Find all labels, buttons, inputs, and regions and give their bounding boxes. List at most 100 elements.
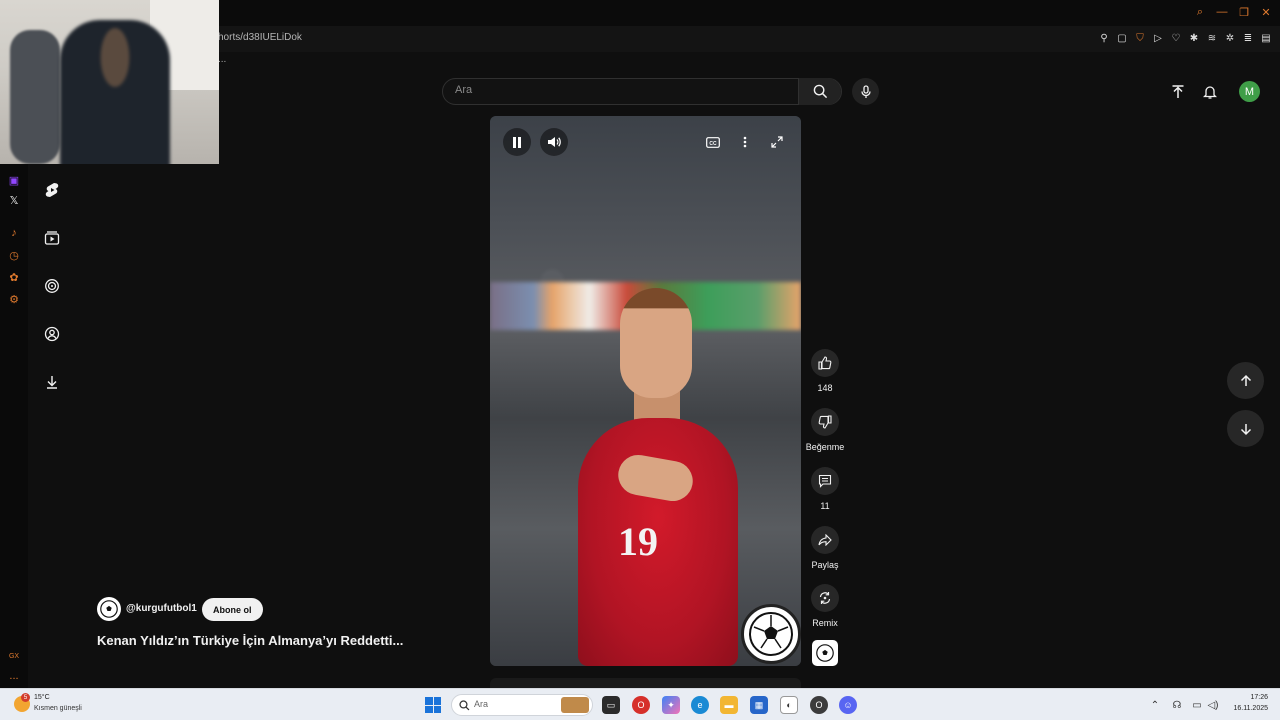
next-short-button[interactable] (1227, 410, 1264, 447)
extension-icon[interactable]: ≣ (1242, 31, 1254, 45)
more-icon[interactable]: ... (6, 668, 22, 684)
more-options-button[interactable] (731, 128, 759, 156)
heart-icon[interactable]: ♡ (1170, 31, 1182, 45)
football-player-figure: 19 (578, 288, 738, 666)
opera-gx-icon[interactable]: O (810, 696, 828, 714)
previous-short-button[interactable] (1227, 362, 1264, 399)
start-button[interactable] (425, 697, 441, 713)
app-icon[interactable]: ◐ (780, 696, 798, 714)
opera-icon[interactable]: O (632, 696, 650, 714)
volume-icon (548, 137, 561, 147)
share-button[interactable] (811, 526, 839, 554)
volume-button[interactable] (540, 128, 568, 156)
search-icon (813, 84, 827, 99)
channel-handle[interactable]: @kurgufutbol1 (126, 603, 197, 614)
weather-temperature[interactable]: 15°C (34, 694, 50, 701)
player-head (620, 288, 692, 398)
play-icon[interactable]: ▷ (1152, 31, 1164, 45)
fullscreen-icon (771, 136, 783, 148)
music-icon[interactable]: ♪ (6, 225, 22, 241)
notifications-button[interactable] (1200, 82, 1220, 102)
thumbs-up-icon (818, 356, 832, 370)
subscriptions-icon[interactable] (40, 226, 64, 250)
channel-thumbnail[interactable] (812, 640, 838, 666)
network-icon[interactable]: ▭ (1190, 698, 1204, 712)
taskbar-search[interactable] (451, 694, 593, 716)
weather-badge: 5 (21, 693, 30, 702)
weather-description[interactable]: Kısmen güneşli (34, 705, 82, 712)
chevron-up-icon[interactable]: ⌃ (1148, 698, 1162, 712)
channel-avatar[interactable] (97, 597, 121, 621)
voice-search-button[interactable] (852, 78, 879, 105)
extensions-toolbar: ⚲ ▢ ⛉ ▷ ♡ ✱ ≋ ✲ ≣ ▤ (1098, 31, 1272, 45)
clock-time[interactable]: 17:26 (1250, 694, 1268, 701)
remix-button[interactable] (811, 584, 839, 612)
clock-icon[interactable]: ◷ (6, 247, 22, 263)
target-icon[interactable] (40, 274, 64, 298)
close-icon[interactable]: ✕ (1258, 4, 1274, 20)
jersey-number: 19 (618, 519, 658, 564)
remix-action: Remix (805, 584, 845, 628)
url-text[interactable]: horts/d38IUELiDok (218, 32, 302, 43)
screen: ⌕ — ❐ ✕ horts/d38IUELiDok ⚲ ▢ ⛉ ▷ ♡ ✱ ≋ … (0, 0, 1280, 720)
gx-logo[interactable]: GX (6, 648, 22, 664)
webcam-chair (10, 30, 60, 164)
upload-button[interactable] (1168, 82, 1188, 102)
pin-icon[interactable]: ⚲ (1098, 31, 1110, 45)
webcam-person (60, 20, 170, 164)
profile-icon[interactable] (40, 322, 64, 346)
download-icon[interactable] (40, 370, 64, 394)
gx-sidebar: ▣ 𝕏 ♪ ◷ ✿ ⚙ GX ... (0, 164, 28, 688)
share-action: Paylaş (805, 526, 845, 570)
shorts-video-player[interactable]: 19 CC (490, 116, 801, 666)
restore-icon[interactable]: ❐ (1236, 4, 1252, 20)
search-icon[interactable]: ⌕ (1192, 4, 1208, 20)
file-explorer-icon[interactable]: ▬ (720, 696, 738, 714)
remix-icon (819, 592, 831, 604)
x-icon[interactable]: 𝕏 (6, 192, 22, 208)
search-input[interactable] (455, 84, 795, 96)
volume-icon[interactable]: ◁) (1206, 698, 1220, 712)
menu-icon[interactable]: ▤ (1260, 31, 1272, 45)
discord-icon[interactable]: ☺ (839, 696, 857, 714)
extension-icon[interactable]: ≋ (1206, 31, 1218, 45)
wrench-icon[interactable]: ⚙ (6, 291, 22, 307)
dislike-label: Beğenme (805, 442, 845, 452)
task-view-icon[interactable]: ▭ (602, 696, 620, 714)
search-icon (459, 700, 470, 711)
comments-button[interactable] (811, 467, 839, 495)
screenshot-icon[interactable]: ▢ (1116, 31, 1128, 45)
shorts-icon[interactable] (40, 178, 64, 202)
fullscreen-button[interactable] (763, 128, 791, 156)
remix-label: Remix (812, 618, 838, 628)
video-title[interactable]: Kenan Yıldız’ın Türkiye İçin Almanya’yı … (97, 633, 403, 648)
captions-icon: CC (706, 136, 720, 148)
extension-icon[interactable]: ✲ (1224, 31, 1236, 45)
upload-icon (1172, 84, 1184, 98)
next-short-preview[interactable] (490, 678, 801, 688)
extension-icon[interactable]: ✱ (1188, 31, 1200, 45)
copilot-icon[interactable]: ✦ (662, 696, 680, 714)
search-highlight-icon (561, 697, 589, 713)
pause-button[interactable] (503, 128, 531, 156)
dislike-button[interactable] (811, 408, 839, 436)
captions-button[interactable]: CC (699, 128, 727, 156)
subscribe-button[interactable]: Abone ol (202, 598, 263, 621)
minimize-icon[interactable]: — (1214, 4, 1230, 20)
tray-app-icon[interactable]: ☊ (1170, 698, 1184, 712)
avatar[interactable]: M (1239, 81, 1260, 102)
store-icon[interactable]: ▦ (750, 696, 768, 714)
like-action: 148 (805, 349, 845, 393)
edge-icon[interactable]: e (691, 696, 709, 714)
paw-icon[interactable]: ✿ (6, 269, 22, 285)
arrow-up-icon (1240, 374, 1251, 386)
taskbar-search-input[interactable] (474, 699, 554, 709)
search-button[interactable] (798, 78, 841, 105)
twitch-icon[interactable]: ▣ (6, 172, 22, 188)
share-label: Paylaş (811, 560, 839, 570)
clock-date[interactable]: 16.11.2025 (1233, 705, 1268, 712)
comment-action: 11 (805, 467, 845, 511)
shield-icon[interactable]: ⛉ (1134, 31, 1146, 45)
like-button[interactable] (811, 349, 839, 377)
bookmarks-overflow[interactable]: ... (218, 54, 226, 65)
